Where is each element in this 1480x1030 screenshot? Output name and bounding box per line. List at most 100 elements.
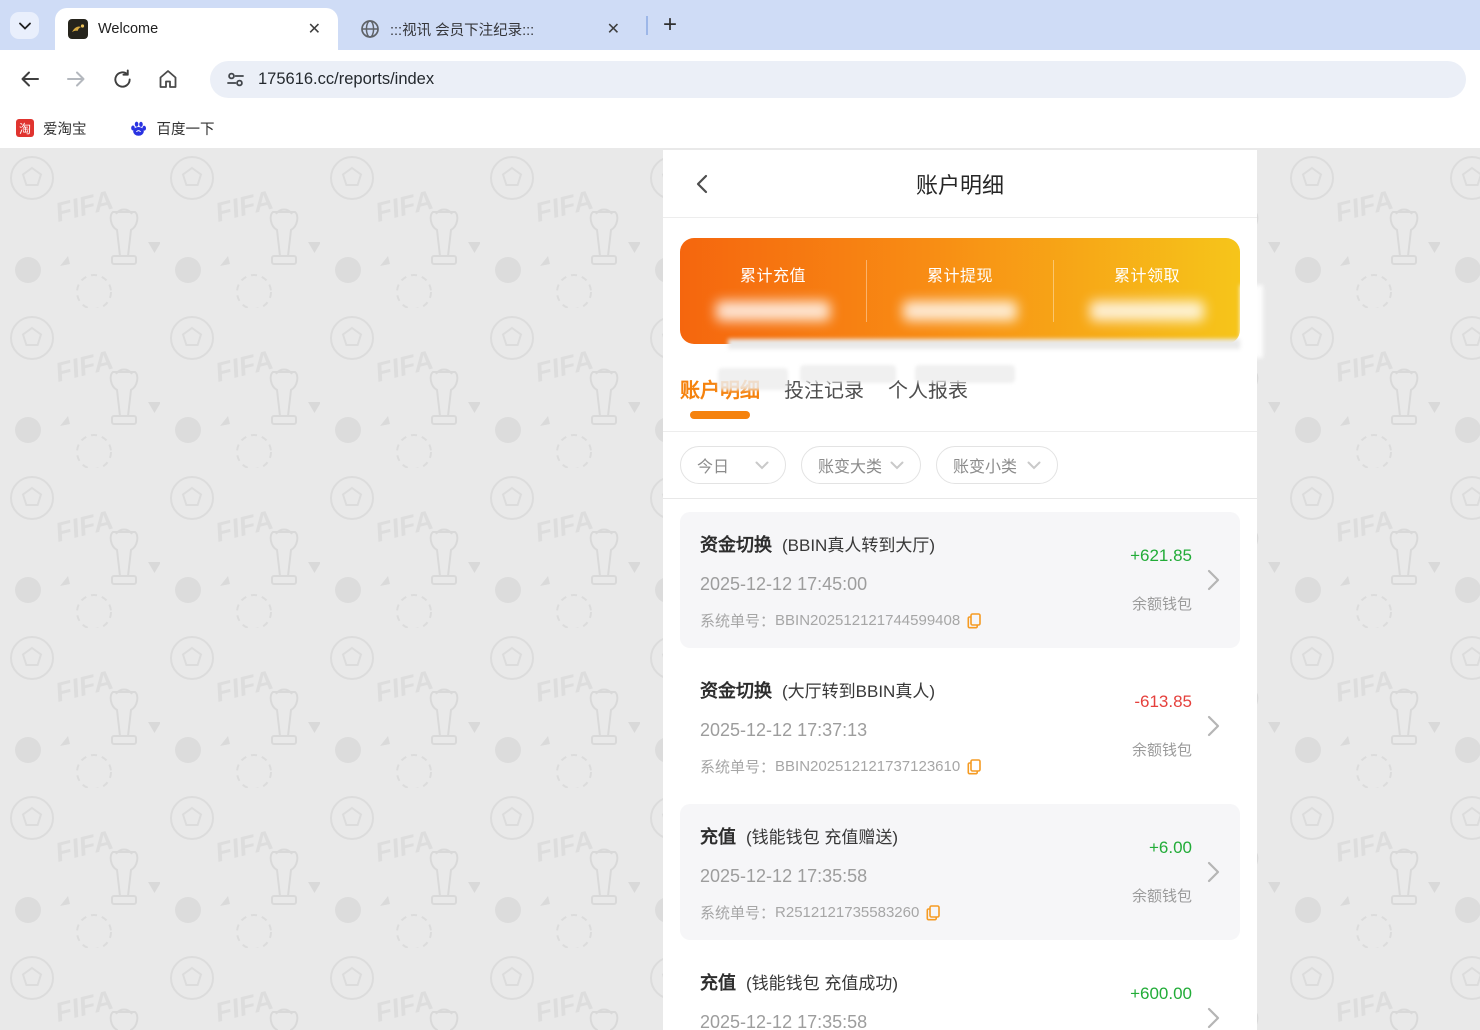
tab-betting-records[interactable]: :::视讯 会员下注纪录::: ✕ bbox=[347, 8, 637, 50]
close-icon[interactable]: ✕ bbox=[303, 18, 326, 40]
site-info-icon[interactable] bbox=[226, 70, 245, 89]
order-number: BBIN202512121744599408 bbox=[775, 612, 960, 629]
filter-label: 今日 bbox=[697, 453, 729, 477]
transaction-detail: (大厅转到BBIN真人) bbox=[782, 677, 935, 702]
reload-icon bbox=[112, 69, 133, 90]
address-bar[interactable]: 175616.cc/reports/index bbox=[210, 61, 1466, 98]
summary-label: 累计提现 bbox=[927, 262, 993, 286]
filter-label: 账变大类 bbox=[818, 453, 882, 477]
bookmark-label: 百度一下 bbox=[157, 118, 215, 139]
tab-welcome[interactable]: Welcome ✕ bbox=[55, 8, 338, 50]
transaction-type: 资金切换 bbox=[700, 677, 772, 703]
browser-toolbar: 175616.cc/reports/index bbox=[0, 50, 1480, 108]
order-label: 系统单号： bbox=[700, 902, 775, 923]
tab-title: :::视讯 会员下注纪录::: bbox=[390, 19, 596, 40]
wallet-label: 余额钱包 bbox=[1132, 739, 1192, 760]
transaction-row[interactable]: 资金切换 (BBIN真人转到大厅) 2025-12-12 17:45:00 系统… bbox=[680, 512, 1240, 648]
welcome-favicon-icon bbox=[68, 19, 88, 39]
globe-icon bbox=[360, 19, 380, 39]
back-icon bbox=[19, 68, 41, 90]
bookmark-baidu[interactable]: 百度一下 bbox=[129, 118, 215, 139]
transaction-amount: -613.85 bbox=[1134, 692, 1192, 712]
panel-header: 账户明细 bbox=[663, 150, 1257, 218]
summary-total-deposit: 累计充值 bbox=[680, 262, 866, 321]
chevron-right-icon[interactable] bbox=[1207, 569, 1220, 591]
transaction-datetime: 2025-12-12 17:35:58 bbox=[700, 1012, 1122, 1030]
transaction-detail: (钱能钱包 充值赠送) bbox=[746, 823, 898, 848]
summary-card: 累计充值 累计提现 累计领取 bbox=[680, 238, 1240, 344]
tab-search-button[interactable] bbox=[10, 12, 39, 39]
transaction-detail: (钱能钱包 充值成功) bbox=[746, 969, 898, 994]
blurred-value bbox=[903, 301, 1017, 321]
chevron-down-icon bbox=[890, 461, 904, 470]
filter-row: 今日 账变大类 账变小类 bbox=[663, 432, 1257, 499]
forward-button[interactable] bbox=[64, 67, 88, 91]
reload-button[interactable] bbox=[110, 67, 134, 91]
filter-date-dropdown[interactable]: 今日 bbox=[680, 446, 786, 484]
blur-artifact bbox=[915, 365, 1015, 383]
blurred-value bbox=[1090, 301, 1204, 321]
filter-minor-type-dropdown[interactable]: 账变小类 bbox=[936, 446, 1058, 484]
order-label: 系统单号： bbox=[700, 610, 775, 631]
chevron-right-icon[interactable] bbox=[1207, 715, 1220, 737]
section-tabs: 账户明细 投注记录 个人报表 bbox=[663, 354, 1257, 432]
blur-artifact bbox=[800, 365, 896, 383]
summary-total-claimed: 累计领取 bbox=[1054, 262, 1240, 321]
wallet-label: 余额钱包 bbox=[1132, 885, 1192, 906]
copy-icon[interactable] bbox=[967, 613, 982, 629]
summary-label: 累计充值 bbox=[740, 262, 806, 286]
tab-title: Welcome bbox=[98, 21, 297, 37]
tab-strip: Welcome ✕ :::视讯 会员下注纪录::: ✕ + bbox=[0, 0, 1480, 50]
summary-label: 累计领取 bbox=[1114, 262, 1180, 286]
bookmarks-bar: 淘 爱淘宝 百度一下 bbox=[0, 108, 1480, 148]
order-label: 系统单号： bbox=[700, 756, 775, 777]
blur-artifact bbox=[1240, 285, 1263, 358]
taobao-icon: 淘 bbox=[16, 119, 34, 137]
transaction-type: 充值 bbox=[700, 969, 736, 995]
wallet-label: 余额钱包 bbox=[1132, 593, 1192, 614]
summary-total-withdrawal: 累计提现 bbox=[867, 262, 1053, 321]
new-tab-button[interactable]: + bbox=[656, 11, 684, 39]
transaction-detail: (BBIN真人转到大厅) bbox=[782, 531, 935, 556]
blur-artifact bbox=[718, 368, 788, 390]
bookmark-aitaobao[interactable]: 淘 爱淘宝 bbox=[16, 118, 87, 139]
copy-icon[interactable] bbox=[967, 759, 982, 775]
transaction-list: 资金切换 (BBIN真人转到大厅) 2025-12-12 17:45:00 系统… bbox=[663, 499, 1257, 1030]
browser-window: Welcome ✕ :::视讯 会员下注纪录::: ✕ + bbox=[0, 0, 1480, 1030]
home-button[interactable] bbox=[156, 67, 180, 91]
tab-divider bbox=[646, 16, 648, 35]
bookmark-label: 爱淘宝 bbox=[43, 118, 87, 139]
chevron-down-icon bbox=[1027, 461, 1041, 470]
blurred-value bbox=[716, 301, 830, 321]
blur-artifact bbox=[728, 339, 1244, 349]
home-icon bbox=[157, 68, 179, 90]
filter-label: 账变小类 bbox=[953, 453, 1017, 477]
transaction-type: 资金切换 bbox=[700, 531, 772, 557]
transaction-row[interactable]: 充值 (钱能钱包 充值赠送) 2025-12-12 17:35:58 系统单号：… bbox=[680, 804, 1240, 940]
chevron-right-icon[interactable] bbox=[1207, 1007, 1220, 1029]
filter-major-type-dropdown[interactable]: 账变大类 bbox=[801, 446, 921, 484]
transaction-amount: +621.85 bbox=[1130, 546, 1192, 566]
back-chevron-icon[interactable] bbox=[693, 174, 713, 194]
chevron-down-icon bbox=[19, 22, 31, 30]
order-number: R2512121735583260 bbox=[775, 904, 919, 921]
transaction-amount: +6.00 bbox=[1149, 838, 1192, 858]
account-detail-panel: 账户明细 累计充值 累计提现 累计领取 bbox=[663, 150, 1257, 1030]
copy-icon[interactable] bbox=[926, 905, 941, 921]
transaction-datetime: 2025-12-12 17:37:13 bbox=[700, 720, 1122, 741]
chevron-down-icon bbox=[755, 461, 769, 470]
chevron-right-icon[interactable] bbox=[1207, 861, 1220, 883]
url-text[interactable]: 175616.cc/reports/index bbox=[258, 70, 434, 89]
transaction-row[interactable]: 资金切换 (大厅转到BBIN真人) 2025-12-12 17:37:13 系统… bbox=[680, 658, 1240, 794]
transaction-type: 充值 bbox=[700, 823, 736, 849]
page-title: 账户明细 bbox=[916, 168, 1004, 200]
forward-icon bbox=[65, 68, 87, 90]
transaction-datetime: 2025-12-12 17:45:00 bbox=[700, 574, 1122, 595]
close-icon[interactable]: ✕ bbox=[602, 18, 625, 40]
order-number: BBIN202512121737123610 bbox=[775, 758, 960, 775]
page-content: FIFA 账户明细 bbox=[0, 148, 1480, 1030]
back-button[interactable] bbox=[18, 67, 42, 91]
transaction-amount: +600.00 bbox=[1130, 984, 1192, 1004]
transaction-row[interactable]: 充值 (钱能钱包 充值成功) 2025-12-12 17:35:58 +600.… bbox=[680, 950, 1240, 1030]
baidu-paw-icon bbox=[129, 119, 148, 138]
